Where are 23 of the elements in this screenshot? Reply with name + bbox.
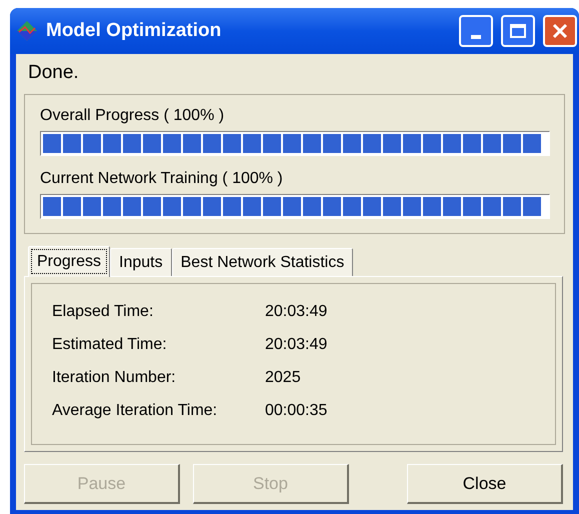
- close-icon: [552, 23, 568, 39]
- minimize-icon: [471, 35, 481, 39]
- stat-value: 00:00:35: [265, 401, 328, 421]
- stat-value: 20:03:49: [265, 302, 328, 322]
- tab[interactable]: Inputs: [110, 248, 172, 276]
- progress-label: Overall Progress ( 100% ): [40, 107, 226, 125]
- diamond-icon: [16, 20, 38, 42]
- close-window-button[interactable]: [543, 15, 577, 47]
- progress-label: Current Network Training ( 100% ): [40, 170, 284, 188]
- window-title: Model Optimization: [46, 18, 222, 43]
- maximize-icon: [510, 24, 526, 38]
- minimize-button[interactable]: [459, 15, 493, 47]
- maximize-button[interactable]: [501, 15, 535, 47]
- dialog-button[interactable]: Close: [407, 464, 563, 504]
- tab[interactable]: Progress: [28, 246, 110, 277]
- stat-label: Elapsed Time:: [52, 302, 154, 322]
- tab[interactable]: Best Network Statistics: [172, 248, 354, 276]
- stat-value: 20:03:49: [265, 335, 328, 355]
- stat-label: Iteration Number:: [52, 368, 177, 388]
- stat-label: Estimated Time:: [52, 335, 168, 355]
- status-text: Done.: [28, 62, 80, 84]
- stat-label: Average Iteration Time:: [52, 401, 218, 421]
- stat-value: 2025: [265, 368, 301, 388]
